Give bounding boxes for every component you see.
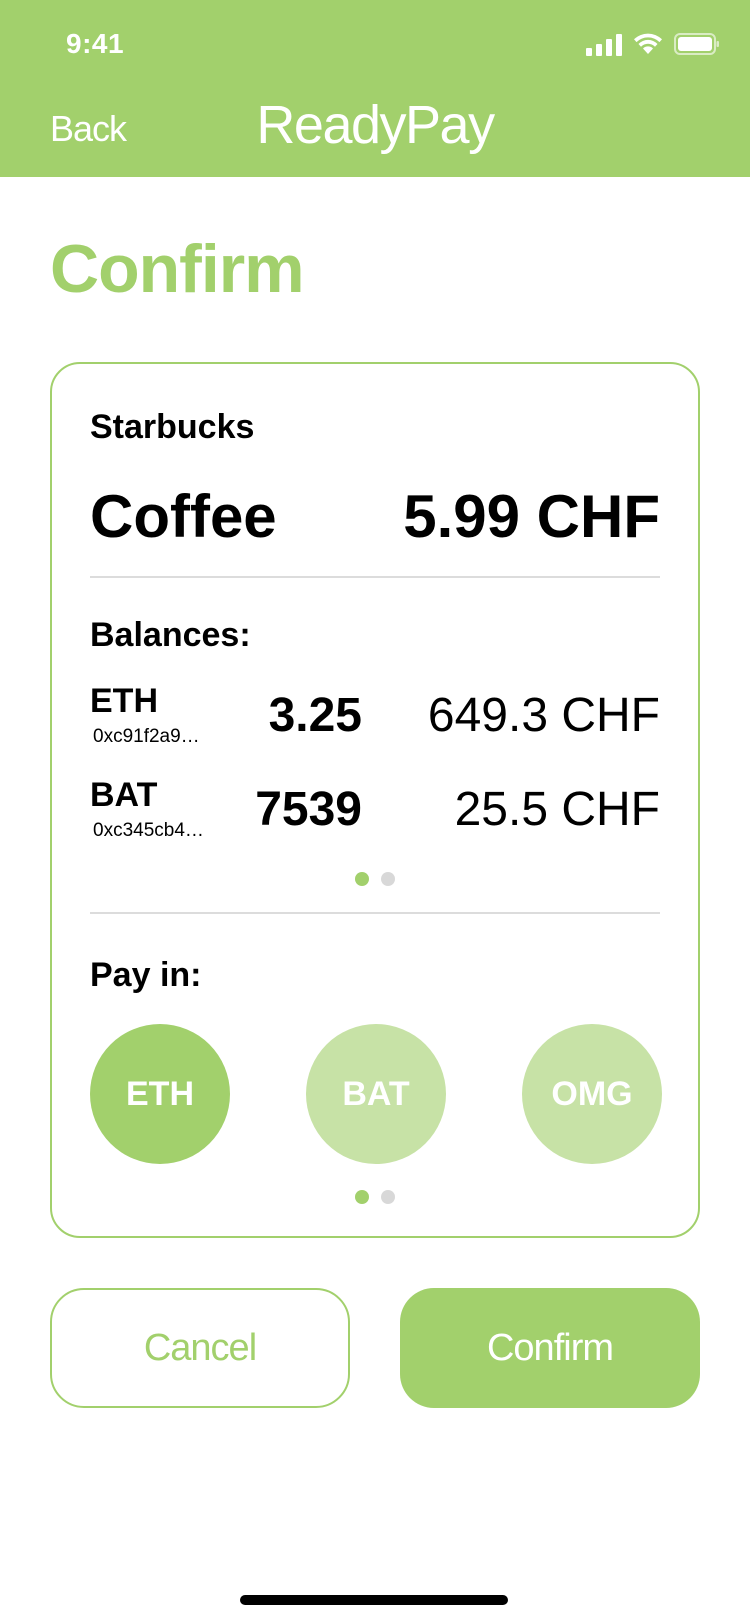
home-indicator[interactable] (240, 1595, 508, 1605)
pay-in-option-omg[interactable]: OMG (522, 1024, 662, 1164)
balances-page-indicator[interactable] (52, 872, 698, 886)
token-fiat-value: 25.5 CHF (454, 783, 660, 836)
status-icons (586, 32, 720, 56)
merchant-name: Starbucks (90, 408, 255, 446)
page-dot-active[interactable] (355, 872, 369, 886)
battery-icon (674, 33, 719, 55)
token-symbol: BAT (90, 776, 158, 814)
divider (90, 912, 660, 914)
token-fiat-value: 649.3 CHF (427, 689, 660, 742)
item-name: Coffee (90, 483, 277, 550)
balance-row-eth: ETH 0xc91f2a9… 3.25 649.3 CHF (90, 682, 660, 772)
pay-in-option-eth[interactable]: ETH (90, 1024, 230, 1164)
item-price: 5.99 CHF (403, 483, 660, 550)
page-dot[interactable] (381, 872, 395, 886)
app-title: ReadyPay (256, 95, 495, 155)
pay-in-label: Pay in: (90, 956, 202, 994)
balance-row-bat: BAT 0xc345cb4… 7539 25.5 CHF (90, 776, 660, 866)
token-amount: 7539 (255, 783, 362, 836)
pay-in-page-indicator[interactable] (52, 1190, 698, 1204)
header-bar: 9:41 Back ReadyPay (0, 0, 750, 177)
signal-icon (586, 32, 622, 56)
status-time: 9:41 (66, 28, 125, 59)
wifi-icon (634, 33, 662, 54)
page-title: Confirm (50, 231, 305, 307)
token-amount: 3.25 (268, 689, 362, 742)
confirm-screen: 9:41 Back ReadyPay Confirm Starbucks Cof… (0, 0, 750, 1624)
token-symbol: ETH (90, 682, 158, 720)
balances-label: Balances: (90, 616, 251, 654)
divider (90, 576, 660, 578)
page-dot-active[interactable] (355, 1190, 369, 1204)
payment-summary-card: Starbucks Coffee 5.99 CHF Balances: ETH … (50, 362, 700, 1238)
token-address: 0xc91f2a9… (93, 726, 200, 747)
token-address: 0xc345cb4… (93, 820, 204, 841)
confirm-button[interactable]: Confirm (400, 1288, 700, 1408)
page-dot[interactable] (381, 1190, 395, 1204)
cancel-button[interactable]: Cancel (50, 1288, 350, 1408)
pay-in-option-bat[interactable]: BAT (306, 1024, 446, 1164)
